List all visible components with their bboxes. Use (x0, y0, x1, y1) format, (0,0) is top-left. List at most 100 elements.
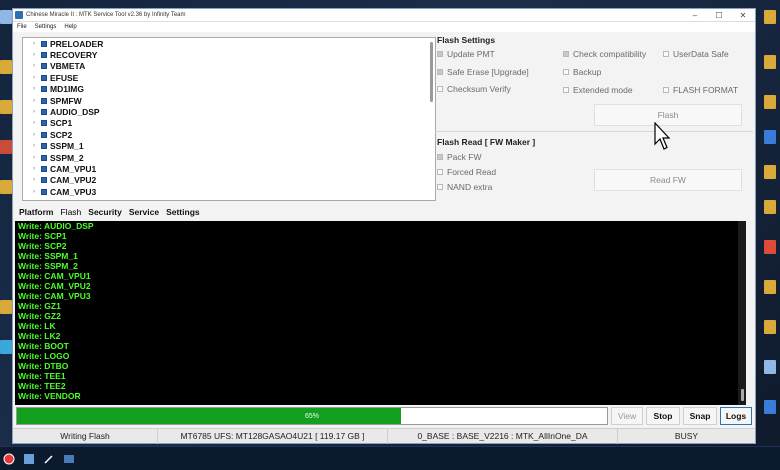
partition-row[interactable]: › SSPM_1 (23, 141, 435, 152)
log-scrollbar-thumb[interactable] (741, 389, 744, 401)
close-button[interactable]: ✕ (731, 9, 755, 22)
partition-row[interactable]: › PRELOADER (23, 38, 435, 49)
chevron-right-icon[interactable]: › (33, 63, 39, 69)
taskbar-app-icon[interactable] (22, 452, 36, 466)
chevron-right-icon[interactable]: › (33, 155, 39, 161)
partition-checkbox[interactable] (41, 131, 47, 138)
chevron-right-icon[interactable]: › (33, 52, 39, 58)
partition-row[interactable]: › CAM_VPU3 (23, 186, 435, 197)
desktop-icon[interactable] (764, 400, 776, 414)
tab-platform[interactable]: Platform (19, 207, 53, 217)
partition-row[interactable]: › SSPM_2 (23, 152, 435, 163)
partition-checkbox[interactable] (41, 52, 47, 59)
chevron-right-icon[interactable]: › (33, 75, 39, 81)
partition-checkbox[interactable] (41, 63, 47, 70)
desktop-icon[interactable] (764, 320, 776, 334)
title-bar[interactable]: Chinese Miracle II : MTK Service Tool v2… (13, 9, 755, 22)
log-scrollbar[interactable] (738, 221, 746, 405)
partition-checkbox[interactable] (41, 177, 47, 184)
pack-fw-checkbox[interactable]: Pack FW (437, 152, 481, 162)
partition-row[interactable]: › SCP1 (23, 118, 435, 129)
partition-row[interactable]: › RECOVERY (23, 49, 435, 60)
desktop-icon[interactable] (764, 360, 776, 374)
chevron-right-icon[interactable]: › (33, 166, 39, 172)
system-tray[interactable] (736, 449, 776, 469)
flash-format-checkbox[interactable]: FLASH FORMAT (663, 85, 738, 95)
chevron-right-icon[interactable]: › (33, 109, 39, 115)
read-fw-button[interactable]: Read FW (594, 169, 742, 191)
partition-checkbox[interactable] (41, 40, 47, 47)
partition-list[interactable]: › PRELOADER › RECOVERY › VBMETA › EFUSE › MD1IMG ›… (22, 37, 436, 201)
desktop-icon[interactable] (764, 10, 776, 24)
tab-security[interactable]: Security (88, 207, 122, 217)
tab-settings[interactable]: Settings (166, 207, 200, 217)
partition-row[interactable]: › CAM_VPU2 (23, 175, 435, 186)
extended-mode-checkbox[interactable]: Extended mode (563, 85, 633, 95)
tab-service[interactable]: Service (129, 207, 159, 217)
menu-file[interactable]: File (17, 24, 27, 30)
taskbar-app-icon[interactable] (62, 452, 76, 466)
desktop-icon[interactable] (764, 95, 776, 109)
desktop-icon[interactable] (764, 55, 776, 69)
tab-flash[interactable]: Flash (60, 207, 81, 217)
partition-row[interactable]: › CAM_VPU1 (23, 163, 435, 174)
chevron-right-icon[interactable]: › (33, 143, 39, 149)
pen-icon[interactable] (42, 452, 56, 466)
backup-checkbox[interactable]: Backup (563, 67, 601, 77)
partition-checkbox[interactable] (41, 74, 47, 81)
snap-button[interactable]: Snap (683, 407, 717, 425)
desktop-icon[interactable] (764, 165, 776, 179)
minimize-button[interactable]: – (683, 9, 707, 22)
partition-row[interactable]: › MD1IMG (23, 84, 435, 95)
desktop-icon[interactable] (0, 100, 12, 114)
chevron-right-icon[interactable]: › (33, 177, 39, 183)
desktop-icon[interactable] (0, 140, 12, 154)
partition-row[interactable]: › SPMFW (23, 95, 435, 106)
log-console[interactable]: Write: AUDIO_DSP Write: SCP1 Write: SCP2 Wr… (15, 221, 746, 405)
userdata-safe-checkbox[interactable]: UserData Safe (663, 49, 729, 59)
desktop-icon[interactable] (764, 280, 776, 294)
settings-divider (435, 131, 753, 132)
partition-list-scrollbar[interactable] (430, 42, 433, 102)
chevron-right-icon[interactable]: › (33, 98, 39, 104)
partition-row[interactable]: › EFUSE (23, 72, 435, 83)
desktop-icon[interactable] (764, 240, 776, 254)
partition-checkbox[interactable] (41, 86, 47, 93)
safe-erase-checkbox[interactable]: Safe Erase [Upgrade] (437, 67, 529, 77)
chevron-right-icon[interactable]: › (33, 86, 39, 92)
view-button[interactable]: View (611, 407, 643, 425)
maximize-button[interactable]: ☐ (707, 9, 731, 22)
stop-button[interactable]: Stop (646, 407, 680, 425)
chevron-right-icon[interactable]: › (33, 189, 39, 195)
partition-checkbox[interactable] (41, 120, 47, 127)
check-compatibility-checkbox[interactable]: Check compatibility (563, 49, 646, 59)
desktop-icon[interactable] (0, 60, 12, 74)
desktop-icon[interactable] (0, 300, 12, 314)
partition-row[interactable]: › AUDIO_DSP (23, 106, 435, 117)
partition-checkbox[interactable] (41, 97, 47, 104)
desktop-icon[interactable] (0, 340, 12, 354)
partition-row[interactable]: › SCP2 (23, 129, 435, 140)
desktop-icon[interactable] (0, 10, 12, 24)
update-pmt-checkbox[interactable]: Update PMT (437, 49, 495, 59)
chevron-right-icon[interactable]: › (33, 120, 39, 126)
desktop-icon[interactable] (764, 130, 776, 144)
partition-checkbox[interactable] (41, 165, 47, 172)
partition-checkbox[interactable] (41, 188, 47, 195)
chevron-right-icon[interactable]: › (33, 132, 39, 138)
partition-checkbox[interactable] (41, 109, 47, 116)
nand-extra-checkbox[interactable]: NAND extra (437, 182, 492, 192)
menu-settings[interactable]: Settings (35, 24, 57, 30)
desktop-icon[interactable] (0, 180, 12, 194)
record-icon[interactable] (2, 452, 16, 466)
chevron-right-icon[interactable]: › (33, 41, 39, 47)
status-state: Writing Flash (13, 428, 158, 444)
forced-read-checkbox[interactable]: Forced Read (437, 167, 496, 177)
desktop-icon[interactable] (764, 200, 776, 214)
logs-button[interactable]: Logs (720, 407, 752, 425)
menu-help[interactable]: Help (64, 24, 76, 30)
partition-checkbox[interactable] (41, 154, 47, 161)
partition-row[interactable]: › VBMETA (23, 61, 435, 72)
partition-checkbox[interactable] (41, 143, 47, 150)
checksum-verify-checkbox[interactable]: Checksum Verify (437, 84, 511, 94)
